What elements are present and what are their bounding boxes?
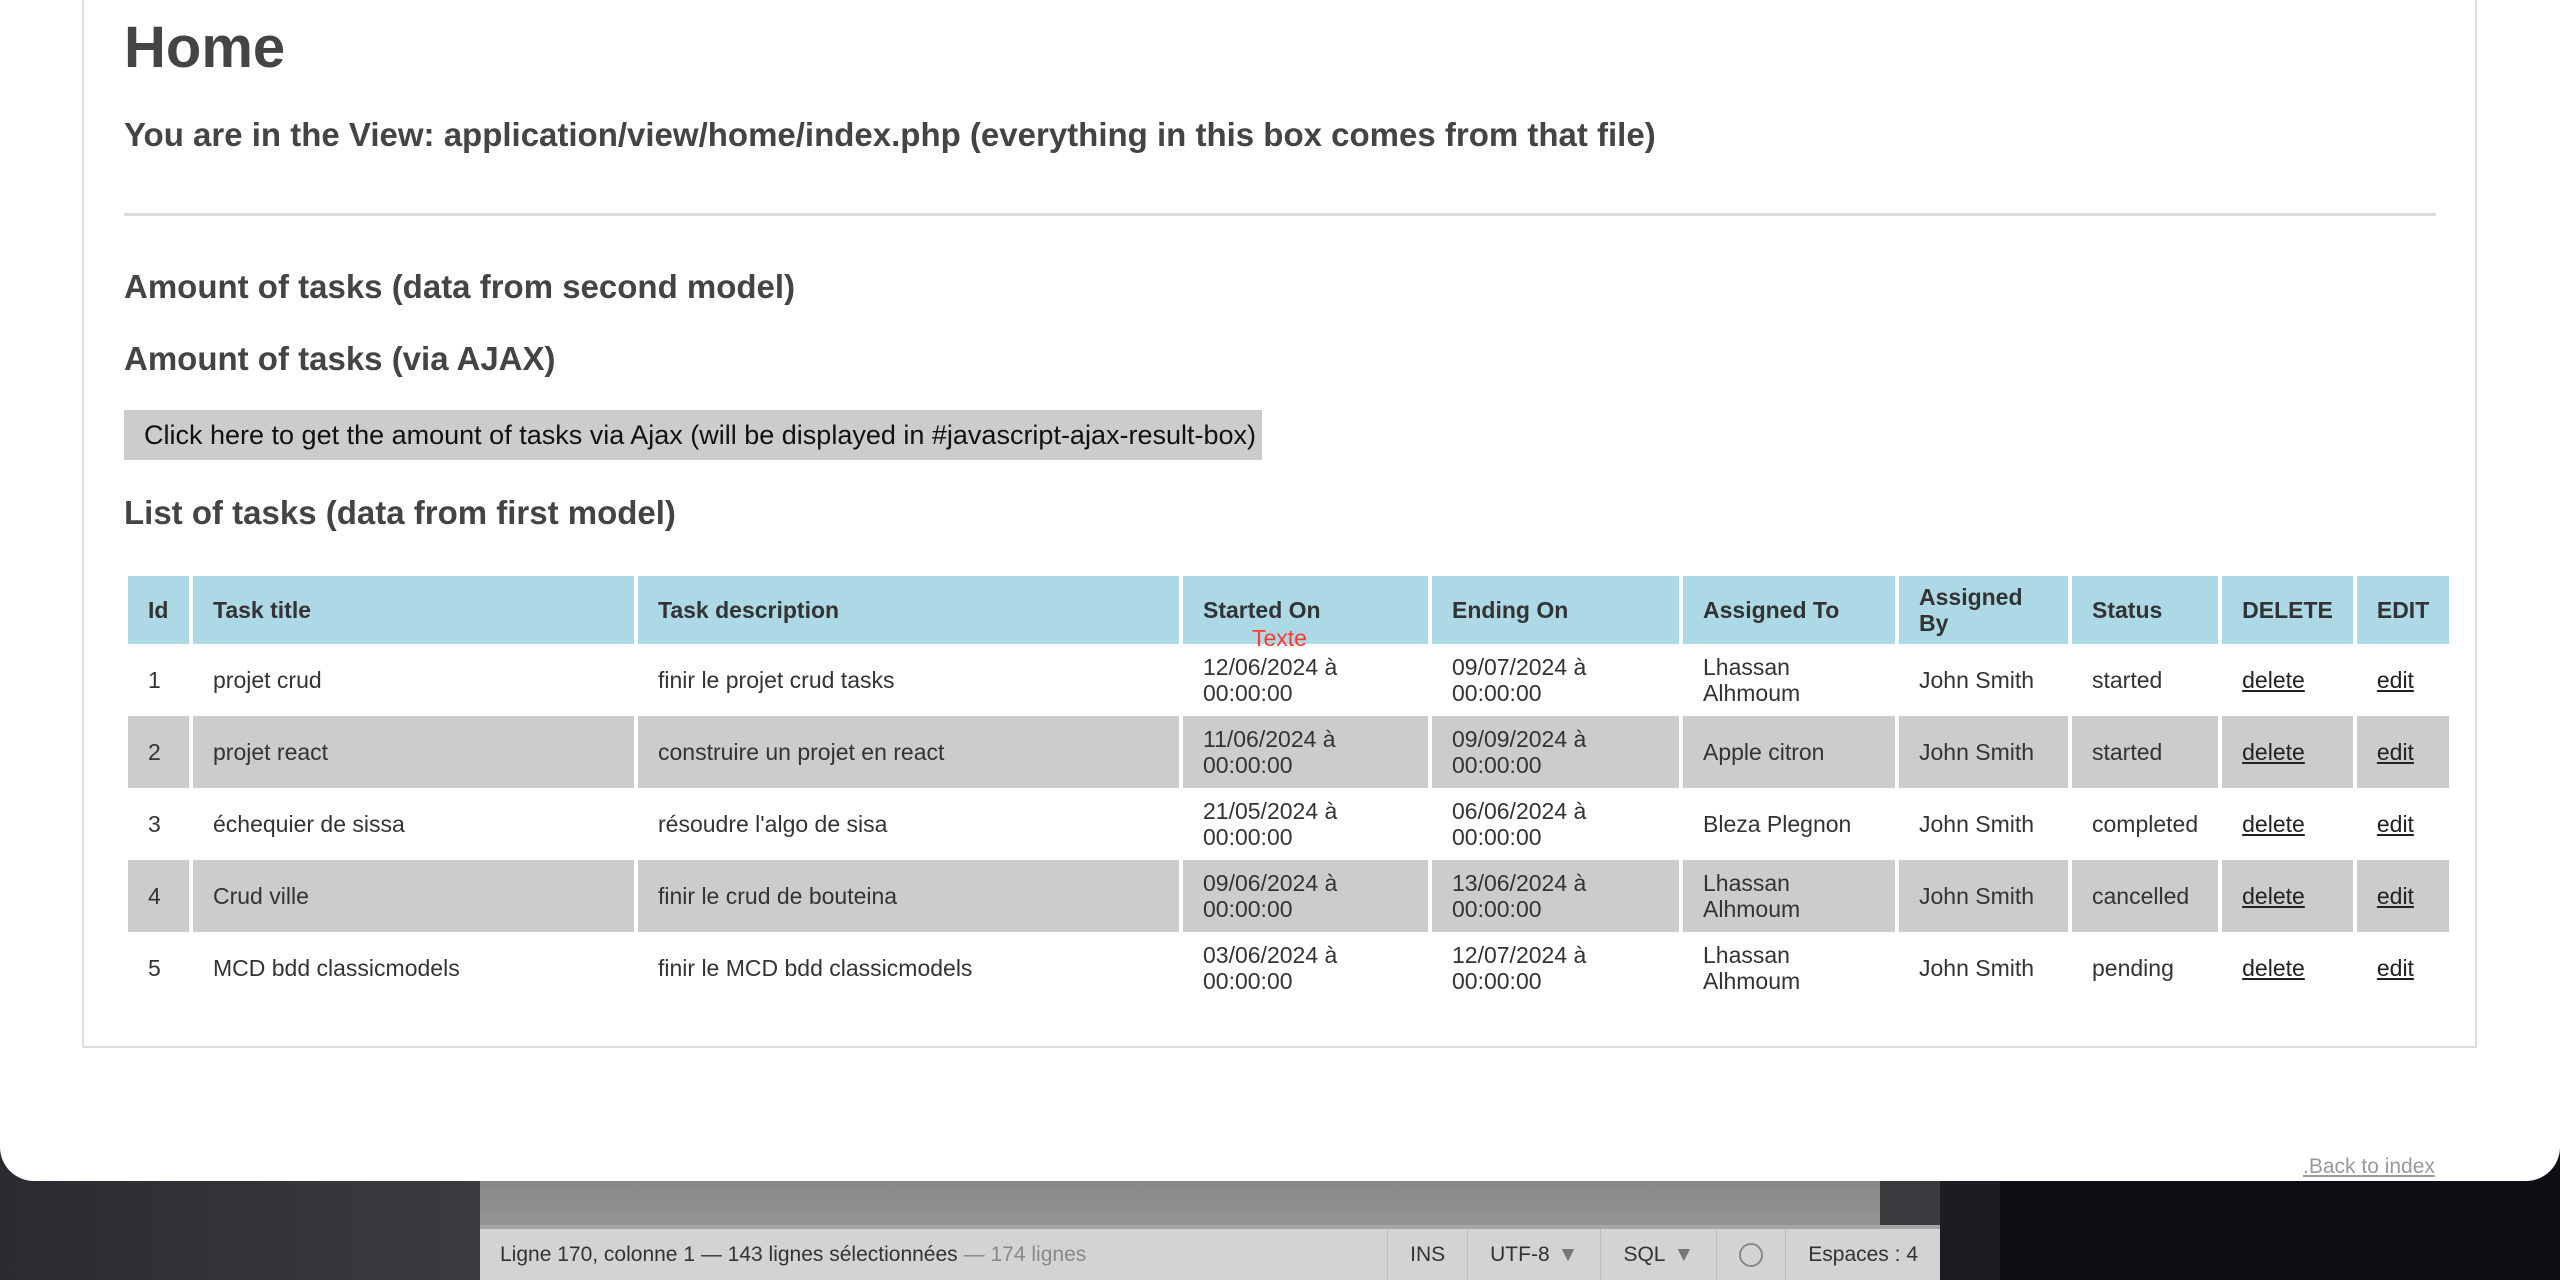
cell-assigned-by: John Smith bbox=[1899, 716, 2068, 788]
edit-link[interactable]: edit bbox=[2377, 811, 2414, 837]
cell-ending: 09/07/2024 à 00:00:00 bbox=[1432, 644, 1679, 716]
cell-assigned-by: John Smith bbox=[1899, 932, 2068, 1004]
cell-description: construire un projet en react bbox=[638, 716, 1179, 788]
language-select[interactable]: SQL ▼ bbox=[1600, 1229, 1716, 1280]
cell-assigned-to: Lhassan Alhmoum bbox=[1683, 860, 1895, 932]
cell-delete: delete bbox=[2222, 644, 2353, 716]
cell-started: 12/06/2024 à 00:00:00 bbox=[1183, 644, 1428, 716]
cell-delete: delete bbox=[2222, 788, 2353, 860]
insert-mode[interactable]: INS bbox=[1387, 1229, 1467, 1280]
cursor-position-text: Ligne 170, colonne 1 — 143 lignes sélect… bbox=[500, 1242, 958, 1266]
cell-edit: edit bbox=[2356, 788, 2450, 860]
cell-status: started bbox=[2072, 644, 2219, 716]
cell-id: 2 bbox=[128, 716, 189, 788]
back-to-index-link[interactable]: .Back to index bbox=[2303, 1155, 2435, 1179]
cell-ending: 06/06/2024 à 00:00:00 bbox=[1432, 788, 1679, 860]
cell-assigned-by: John Smith bbox=[1899, 860, 2068, 932]
cell-assigned-to: Lhassan Alhmoum bbox=[1683, 932, 1895, 1004]
delete-link[interactable]: delete bbox=[2242, 667, 2305, 693]
edit-link[interactable]: edit bbox=[2377, 955, 2414, 981]
cell-description: résoudre l'algo de sisa bbox=[638, 788, 1179, 860]
cell-title: projet react bbox=[193, 716, 634, 788]
browser-page: Home You are in the View: application/vi… bbox=[0, 0, 2560, 1181]
page-title: Home bbox=[124, 15, 286, 80]
chevron-down-icon: ▼ bbox=[1673, 1242, 1695, 1266]
cell-title: Crud ville bbox=[193, 860, 634, 932]
cell-status: completed bbox=[2072, 788, 2219, 860]
cell-status: started bbox=[2072, 716, 2219, 788]
cell-delete: delete bbox=[2222, 716, 2353, 788]
cell-delete: delete bbox=[2222, 932, 2353, 1004]
line-count: — 174 lignes bbox=[963, 1242, 1087, 1266]
amount-ajax-heading: Amount of tasks (via AJAX) bbox=[124, 340, 556, 377]
cell-ending: 13/06/2024 à 00:00:00 bbox=[1432, 860, 1679, 932]
status-circle[interactable] bbox=[1716, 1229, 1785, 1280]
table-row: 3 échequier de sissa résoudre l'algo de si… bbox=[128, 788, 2450, 860]
delete-link[interactable]: delete bbox=[2242, 883, 2305, 909]
cell-edit: edit bbox=[2356, 644, 2450, 716]
cell-assigned-to: Bleza Plegnon bbox=[1683, 788, 1895, 860]
cell-id: 4 bbox=[128, 860, 189, 932]
cell-ending: 12/07/2024 à 00:00:00 bbox=[1432, 932, 1679, 1004]
view-subtitle: You are in the View: application/view/ho… bbox=[124, 116, 1656, 153]
cell-status: cancelled bbox=[2072, 860, 2219, 932]
cell-edit: edit bbox=[2356, 860, 2450, 932]
cell-description: finir le crud de bouteina bbox=[638, 860, 1179, 932]
cell-edit: edit bbox=[2356, 932, 2450, 1004]
cell-assigned-by: John Smith bbox=[1899, 788, 2068, 860]
cell-edit: edit bbox=[2356, 716, 2450, 788]
cell-title: projet crud bbox=[193, 644, 634, 716]
cell-assigned-to: Apple citron bbox=[1683, 716, 1895, 788]
cell-started: 09/06/2024 à 00:00:00 bbox=[1183, 860, 1428, 932]
table-row: 5 MCD bdd classicmodels finir le MCD bdd c… bbox=[128, 932, 2450, 1004]
cell-ending: 09/09/2024 à 00:00:00 bbox=[1432, 716, 1679, 788]
divider bbox=[124, 213, 2436, 216]
table-row: 4 Crud ville finir le crud de bouteina 09/0… bbox=[128, 860, 2450, 932]
encoding-select[interactable]: UTF-8 ▼ bbox=[1467, 1229, 1600, 1280]
delete-link[interactable]: delete bbox=[2242, 739, 2305, 765]
header-title: Task title bbox=[193, 572, 634, 644]
ajax-button[interactable]: Click here to get the amount of tasks vi… bbox=[124, 410, 1262, 460]
amount-second-model-heading: Amount of tasks (data from second model) bbox=[124, 268, 796, 305]
header-status: Status bbox=[2072, 572, 2219, 644]
cell-id: 5 bbox=[128, 932, 189, 1004]
edit-link[interactable]: edit bbox=[2377, 739, 2414, 765]
editor-status-bar: Ligne 170, colonne 1 — 143 lignes sélect… bbox=[480, 1225, 1940, 1280]
table-row: 1 projet crud finir le projet crud tasks 12… bbox=[128, 644, 2450, 716]
cell-id: 3 bbox=[128, 788, 189, 860]
cell-started: 21/05/2024 à 00:00:00 bbox=[1183, 788, 1428, 860]
indent-setting[interactable]: Espaces : 4 bbox=[1785, 1229, 1940, 1280]
table-row: 2 projet react construire un projet en rea… bbox=[128, 716, 2450, 788]
header-assigned-by: Assigned By bbox=[1899, 572, 2068, 644]
chevron-down-icon: ▼ bbox=[1557, 1242, 1579, 1266]
cell-started: 11/06/2024 à 00:00:00 bbox=[1183, 716, 1428, 788]
edit-link[interactable]: edit bbox=[2377, 883, 2414, 909]
cell-delete: delete bbox=[2222, 860, 2353, 932]
delete-link[interactable]: delete bbox=[2242, 811, 2305, 837]
cell-assigned-to: Lhassan Alhmoum bbox=[1683, 644, 1895, 716]
header-edit: EDIT bbox=[2356, 572, 2450, 644]
cell-started: 03/06/2024 à 00:00:00 bbox=[1183, 932, 1428, 1004]
header-delete: DELETE bbox=[2222, 572, 2353, 644]
cell-title: échequier de sissa bbox=[193, 788, 634, 860]
circle-icon bbox=[1739, 1242, 1764, 1267]
language-label: SQL bbox=[1623, 1242, 1666, 1266]
header-ending: Ending On bbox=[1432, 572, 1679, 644]
cell-assigned-by: John Smith bbox=[1899, 644, 2068, 716]
cell-title: MCD bdd classicmodels bbox=[193, 932, 634, 1004]
header-description: Task description bbox=[638, 572, 1179, 644]
cell-description: finir le MCD bdd classicmodels bbox=[638, 932, 1179, 1004]
header-assigned-to: Assigned To bbox=[1683, 572, 1895, 644]
overlay-text: Texte bbox=[1252, 625, 1307, 651]
cursor-position: Ligne 170, colonne 1 — 143 lignes sélect… bbox=[480, 1229, 1387, 1280]
task-list-heading: List of tasks (data from first model) bbox=[124, 494, 676, 531]
cell-id: 1 bbox=[128, 644, 189, 716]
cell-status: pending bbox=[2072, 932, 2219, 1004]
encoding-label: UTF-8 bbox=[1490, 1242, 1550, 1266]
header-id: Id bbox=[128, 572, 189, 644]
edit-link[interactable]: edit bbox=[2377, 667, 2414, 693]
cell-description: finir le projet crud tasks bbox=[638, 644, 1179, 716]
delete-link[interactable]: delete bbox=[2242, 955, 2305, 981]
